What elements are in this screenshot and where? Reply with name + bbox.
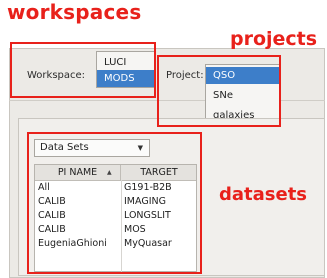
workspaces-annotation: workspaces [7, 0, 142, 24]
projects-highlight-box [157, 55, 281, 127]
workspaces-highlight-box [10, 42, 156, 98]
projects-annotation: projects [230, 28, 318, 50]
datasets-annotation: datasets [219, 184, 308, 205]
datasets-highlight-box [27, 132, 202, 274]
